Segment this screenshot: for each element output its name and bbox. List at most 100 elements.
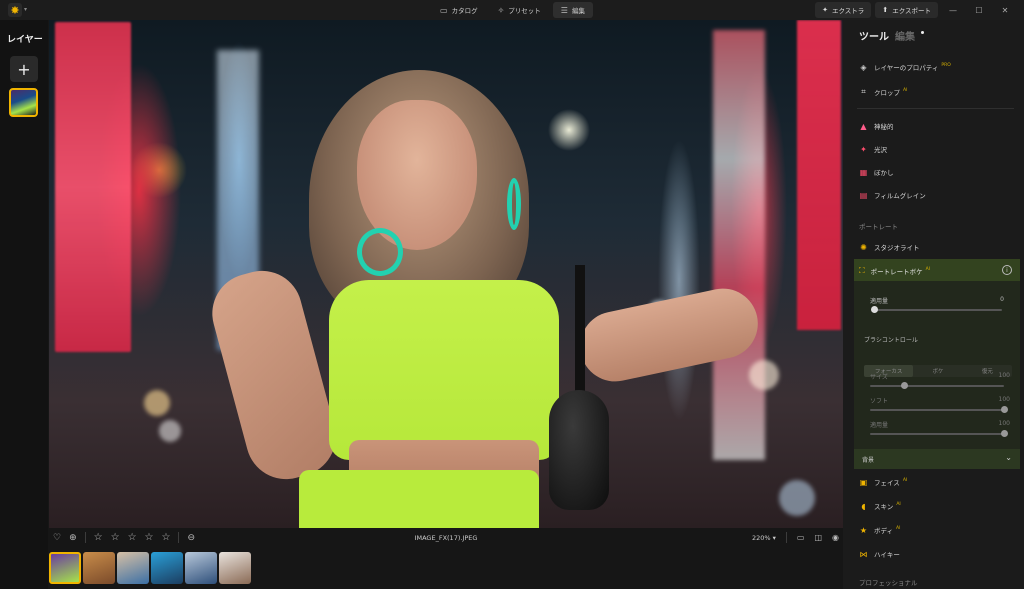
soft-label: ソフト <box>870 398 889 405</box>
tool-mystical[interactable]: ▲ 神秘的 <box>859 121 893 132</box>
view-controls: 220% ▾ ▭ ◫ ◉ <box>752 532 839 543</box>
bokeh-light <box>749 360 779 390</box>
size-slider-knob[interactable] <box>900 382 908 389</box>
sparkle-icon: ✦ <box>822 6 828 14</box>
mode-switcher: ▭ カタログ ✧ プリセット ☰ 編集 <box>432 2 593 18</box>
tool-label: フェイス <box>874 479 900 487</box>
tools-tabs: ツール 編集 <box>859 28 924 43</box>
compare-icon[interactable]: ◫ <box>814 533 822 542</box>
zoom-level[interactable]: 220% ▾ <box>752 534 776 542</box>
studio-light-icon: ✺ <box>860 242 867 252</box>
face-icon: ▣ <box>859 477 868 487</box>
info-icon[interactable]: i <box>1002 265 1012 275</box>
tab-presets[interactable]: ✧ プリセット <box>490 2 549 18</box>
earring <box>357 228 403 276</box>
soft-slider-knob[interactable] <box>1001 406 1008 413</box>
high-key-icon: ⋈ <box>859 549 868 559</box>
edit-icon: ☰ <box>560 5 568 15</box>
maximize-icon[interactable]: ☐ <box>968 2 990 18</box>
app-logo-icon[interactable]: ✸ <box>8 3 22 17</box>
filmstrip-toggle-icon[interactable]: ▭ <box>797 533 805 542</box>
tool-film-grain[interactable]: ▤ フィルムグレイン <box>859 190 926 201</box>
tab-edit[interactable]: ☰ 編集 <box>552 2 593 18</box>
neon-sign <box>55 22 131 352</box>
size-slider[interactable] <box>870 385 1004 387</box>
zoom-value: 220% <box>751 533 771 542</box>
ai-badge: AI <box>896 525 901 531</box>
tool-face[interactable]: ▣ フェイス AI <box>859 477 908 488</box>
bag-strap <box>575 265 585 395</box>
earring <box>507 178 521 230</box>
subject-top <box>329 280 559 460</box>
tool-high-key[interactable]: ⋈ ハイキー <box>859 549 900 560</box>
film-grain-icon: ▤ <box>859 190 868 200</box>
filmstrip-thumbnail[interactable] <box>185 552 217 584</box>
handbag <box>549 390 609 510</box>
tool-layer-properties[interactable]: ◈ レイヤーのプロパティ PRO <box>859 62 950 73</box>
blur-icon: ▦ <box>859 167 868 177</box>
image-info-bar: ♡ ⊕ ☆ ☆ ☆ ☆ ☆ ⊖ IMAGE_FX(17).JPEG 220% ▾… <box>49 528 843 550</box>
brush-mode-bokeh[interactable]: ボケ <box>913 365 962 377</box>
body-icon: ★ <box>859 525 868 535</box>
extras-button[interactable]: ✦ エクストラ <box>815 2 872 18</box>
amount-slider[interactable] <box>874 309 1002 311</box>
tool-label: レイヤーのプロパティ <box>874 64 939 72</box>
ai-badge: AI <box>903 87 908 93</box>
tool-body[interactable]: ★ ボディ AI <box>859 525 901 536</box>
layer-thumbnail[interactable] <box>9 88 38 117</box>
export-button[interactable]: ⬆ エクスポート <box>875 2 938 18</box>
layer-properties-icon: ◈ <box>860 62 867 72</box>
amount-label: 適用量 <box>870 298 889 305</box>
tool-label: ハイキー <box>874 551 900 559</box>
soft-slider[interactable] <box>870 409 1004 411</box>
eye-icon[interactable]: ◉ <box>832 533 839 542</box>
plus-icon: + <box>17 59 31 79</box>
background-label: 背景 <box>862 457 875 464</box>
chevron-down-icon[interactable]: ▾ <box>24 6 27 13</box>
tool-label: スタジオライト <box>874 244 920 252</box>
filmstrip-thumbnail[interactable] <box>83 552 115 584</box>
photo-canvas[interactable] <box>49 20 843 528</box>
neon-sign <box>797 20 841 330</box>
filmstrip-thumbnail[interactable] <box>151 552 183 584</box>
amount-slider-knob[interactable] <box>871 306 878 313</box>
tool-glow[interactable]: ✦ 光沢 <box>859 144 887 155</box>
tab-edit-label: 編集 <box>571 7 585 15</box>
layers-panel: レイヤー + <box>0 20 48 589</box>
brush-control-title: ブラシコントロール <box>864 337 918 344</box>
tab-catalog[interactable]: ▭ カタログ <box>432 2 486 18</box>
filmstrip-thumbnail[interactable] <box>117 552 149 584</box>
portrait-subject <box>203 50 765 528</box>
bokeh-light <box>144 390 170 416</box>
subject-skirt <box>299 470 539 528</box>
top-right-controls: ✦ エクストラ ⬆ エクスポート — ☐ ✕ <box>815 2 1016 18</box>
glow-icon: ✦ <box>860 144 867 154</box>
extras-label: エクストラ <box>832 7 865 15</box>
tool-label: フィルムグレイン <box>874 192 926 200</box>
folder-icon: ▭ <box>440 5 448 15</box>
tool-crop[interactable]: ⌗ クロップ AI <box>859 87 907 97</box>
tool-studio-light[interactable]: ✺ スタジオライト <box>859 242 920 253</box>
brush-amount-label: 適用量 <box>870 422 889 429</box>
minimize-icon[interactable]: — <box>942 2 964 18</box>
filmstrip-thumbnail[interactable] <box>219 552 251 584</box>
filmstrip-thumbnail[interactable] <box>49 552 81 584</box>
tool-skin[interactable]: ◖ スキン AI <box>859 501 901 512</box>
portrait-bokeh-header[interactable]: ⛶ ポートレートボケ AI i <box>854 259 1020 281</box>
chevron-down-icon: ⌄ <box>1005 453 1012 462</box>
subject-arm <box>203 261 345 489</box>
section-professional-title: プロフェッショナル <box>859 579 918 587</box>
ai-badge: AI <box>896 501 901 507</box>
close-icon[interactable]: ✕ <box>994 2 1016 18</box>
tool-blur[interactable]: ▦ ぼかし <box>859 167 894 178</box>
divider <box>857 108 1014 109</box>
preset-icon: ✧ <box>497 5 505 15</box>
brush-amount-slider[interactable] <box>870 433 1004 435</box>
background-row[interactable]: 背景 ⌄ <box>854 449 1020 469</box>
skin-icon: ◖ <box>861 501 866 511</box>
tab-edits[interactable]: 編集 <box>895 28 915 43</box>
add-layer-button[interactable]: + <box>10 56 38 82</box>
tab-tools[interactable]: ツール <box>859 28 889 43</box>
brush-amount-slider-knob[interactable] <box>1001 430 1008 437</box>
tool-label: スキン <box>874 503 894 511</box>
